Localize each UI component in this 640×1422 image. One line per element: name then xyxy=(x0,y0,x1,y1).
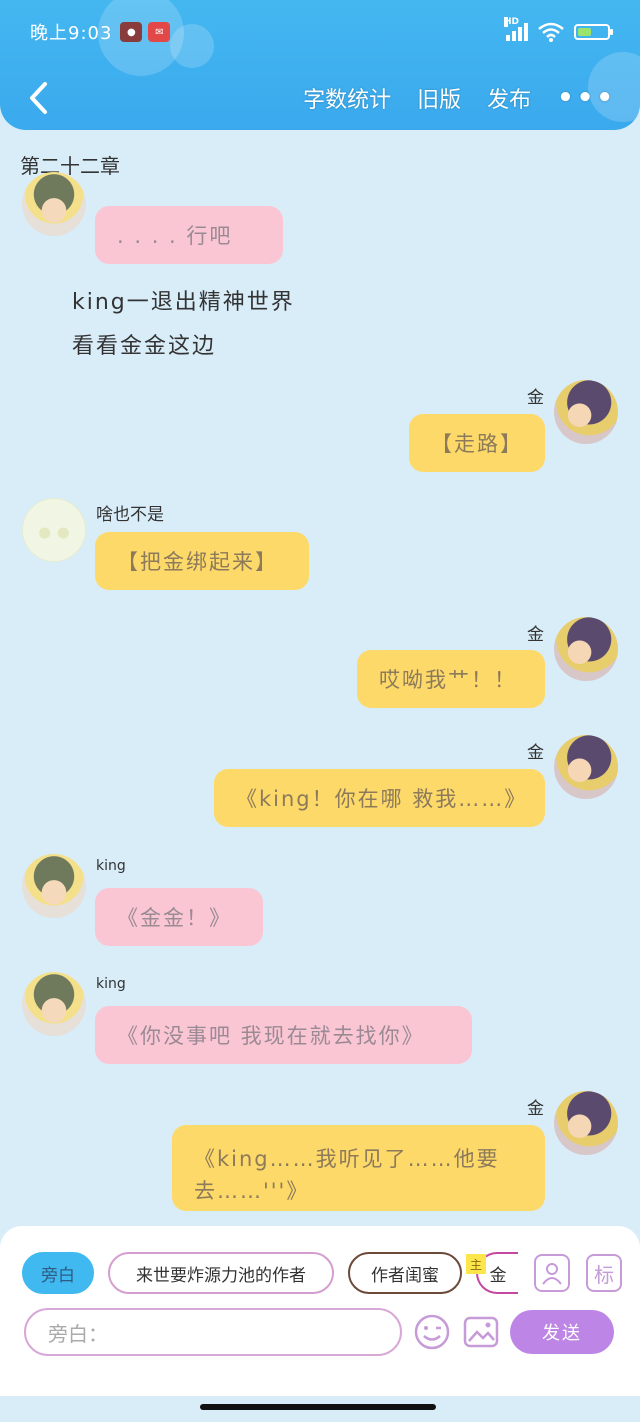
top-bar: 晚上9:03 ● ✉ HD 字数统计 旧版 发布 ••• xyxy=(0,0,640,130)
role-chip-author[interactable]: 来世要炸源力池的作者 xyxy=(108,1252,334,1294)
speaker-name: king xyxy=(96,858,126,874)
role-chip-narration[interactable]: 旁白 xyxy=(22,1252,94,1294)
home-indicator xyxy=(200,1404,436,1410)
avatar-king[interactable] xyxy=(22,972,86,1036)
avatar-jin[interactable] xyxy=(554,735,618,799)
signal-icon: HD xyxy=(504,17,528,41)
narration-line: 看看金金这边 xyxy=(72,334,217,359)
speaker-name: king xyxy=(96,976,126,992)
message-bubble[interactable]: 《金金！》 xyxy=(95,888,263,946)
contact-icon xyxy=(542,1263,562,1285)
main-role-badge: 主 xyxy=(466,1254,486,1274)
send-button[interactable]: 发送 xyxy=(510,1310,614,1354)
avatar-king[interactable] xyxy=(22,854,86,918)
speaker-name: 金 xyxy=(527,625,544,645)
avatar-jin[interactable] xyxy=(554,617,618,681)
status-bar: 晚上9:03 ● ✉ HD xyxy=(30,17,613,46)
word-count-button[interactable]: 字数统计 xyxy=(303,82,391,114)
status-time: 晚上9:03 xyxy=(30,23,113,44)
avatar-jin[interactable] xyxy=(554,1091,618,1155)
publish-button[interactable]: 发布 xyxy=(487,82,531,114)
avatar-jin[interactable] xyxy=(554,380,618,444)
smiley-icon xyxy=(414,1314,450,1350)
message-bubble[interactable]: 《king！你在哪 救我……》 xyxy=(214,769,545,827)
tag-button[interactable]: 标 xyxy=(586,1254,622,1292)
more-icon[interactable]: ••• xyxy=(557,83,616,113)
message-bubble[interactable]: . . . . 行吧 xyxy=(95,206,283,264)
message-bubble[interactable]: 《king……我听见了……他要去……'''》 xyxy=(172,1125,545,1211)
wifi-icon xyxy=(538,22,564,42)
network-type: HD xyxy=(504,17,520,27)
back-button[interactable] xyxy=(20,76,56,120)
speaker-name: 金 xyxy=(527,388,544,408)
message-bubble[interactable]: 【把金绑起来】 xyxy=(95,532,309,590)
message-bubble[interactable]: 《你没事吧 我现在就去找你》 xyxy=(95,1006,472,1064)
message-bubble[interactable]: 哎呦我艹！！ xyxy=(357,650,545,708)
app-notification-icon: ✉ xyxy=(148,22,171,42)
chevron-left-icon xyxy=(30,82,47,114)
avatar-shayebushi[interactable] xyxy=(22,498,86,562)
chapter-title: 第二十二章 xyxy=(20,154,120,178)
nav-bar: 字数统计 旧版 发布 ••• xyxy=(20,72,616,124)
message-bubble[interactable]: 【走路】 xyxy=(409,414,545,472)
speaker-name: 金 xyxy=(527,743,544,763)
speaker-name: 金 xyxy=(527,1099,544,1119)
avatar-king[interactable] xyxy=(22,172,86,236)
message-input[interactable]: 旁白： xyxy=(24,1308,402,1356)
role-chip-author-friend[interactable]: 作者闺蜜 xyxy=(348,1252,462,1294)
battery-icon xyxy=(574,24,613,40)
image-icon xyxy=(463,1316,499,1348)
app-notification-icon: ● xyxy=(120,22,143,42)
narration-line: king一退出精神世界 xyxy=(72,290,295,315)
speaker-name: 啥也不是 xyxy=(96,505,164,525)
emoji-button[interactable] xyxy=(412,1312,452,1352)
contact-button[interactable] xyxy=(534,1254,570,1292)
old-version-button[interactable]: 旧版 xyxy=(417,82,461,114)
image-button[interactable] xyxy=(461,1312,501,1352)
